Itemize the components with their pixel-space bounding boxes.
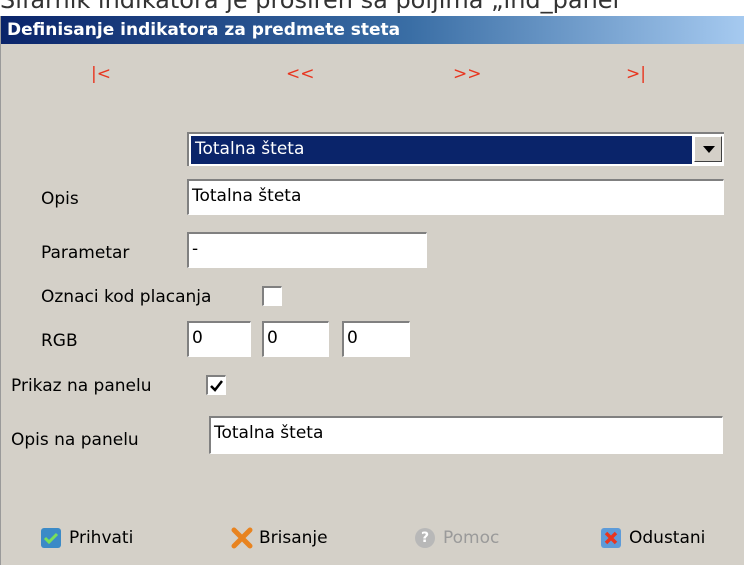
opis-label: Opis — [41, 189, 79, 209]
prikaz-checkbox[interactable] — [206, 375, 226, 395]
help-label: Pomoc — [443, 528, 500, 548]
accept-button[interactable]: Prihvati — [41, 525, 133, 551]
oznaci-label: Oznaci kod placanja — [41, 287, 212, 307]
indicator-select[interactable]: Totalna šteta — [187, 132, 724, 166]
cancel-button[interactable]: Odustani — [601, 525, 705, 551]
nav-first-button[interactable]: |< — [91, 64, 111, 84]
delete-label: Brisanje — [259, 528, 328, 548]
nav-prev-button[interactable]: << — [286, 64, 315, 84]
opis-field[interactable]: Totalna šteta — [187, 179, 724, 215]
rgb-red-field[interactable]: 0 — [187, 321, 251, 357]
check-icon — [210, 380, 223, 392]
accept-label: Prihvati — [69, 528, 134, 548]
opis-panel-label: Opis na panelu — [11, 430, 139, 450]
indicator-select-value: Totalna šteta — [191, 136, 692, 164]
help-button[interactable]: ? Pomoc — [415, 525, 499, 551]
close-icon — [601, 528, 621, 548]
cancel-label: Odustani — [629, 528, 706, 548]
delete-icon — [231, 527, 253, 549]
parametar-field[interactable]: - — [187, 232, 427, 268]
nav-last-button[interactable]: >| — [626, 64, 646, 84]
chevron-down-icon[interactable] — [694, 136, 722, 162]
oznaci-checkbox[interactable] — [262, 286, 282, 306]
window-title: Definisanje indikatora za predmete steta — [1, 16, 744, 44]
prikaz-label: Prikaz na panelu — [11, 376, 152, 396]
rgb-label: RGB — [41, 331, 78, 351]
help-icon: ? — [415, 528, 435, 548]
rgb-blue-field[interactable]: 0 — [342, 321, 410, 357]
delete-button[interactable]: Brisanje — [231, 525, 328, 551]
indicator-dialog: Definisanje indikatora za predmete steta… — [0, 16, 744, 565]
opis-panel-field[interactable]: Totalna šteta — [209, 416, 723, 454]
parametar-label: Parametar — [41, 243, 130, 263]
rgb-green-field[interactable]: 0 — [262, 321, 329, 357]
page-caption: Sifarnik indikatora je proširen sa polji… — [0, 0, 632, 14]
check-icon — [41, 528, 61, 548]
nav-next-button[interactable]: >> — [453, 64, 482, 84]
